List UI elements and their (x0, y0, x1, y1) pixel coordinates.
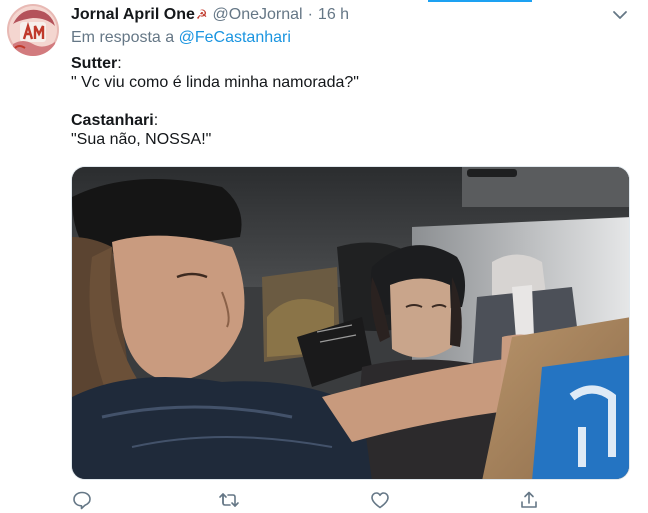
tweet-header: Jornal April One ☭ @OneJornal · 16 h (71, 5, 349, 25)
quote-line: " Vc viu como é linda minha namorada?" (71, 74, 359, 91)
reply-to-handle-link[interactable]: @FeCastanhari (179, 29, 291, 46)
avatar[interactable] (7, 4, 59, 56)
quote-line: "Sua não, NOSSA!" (71, 131, 212, 148)
tweet-media-image[interactable] (71, 166, 630, 480)
speaker-colon: : (153, 112, 159, 129)
speaker-colon: : (117, 55, 122, 72)
author-name[interactable]: Jornal April One (71, 6, 195, 24)
timestamp[interactable]: 16 h (318, 6, 349, 24)
hammer-sickle-emoji: ☭ (195, 7, 208, 22)
separator-dot: · (307, 6, 313, 23)
share-icon[interactable] (518, 489, 540, 511)
chevron-down-icon[interactable] (611, 8, 629, 22)
tweet-text: Sutter: " Vc viu como é linda minha namo… (71, 54, 631, 149)
speaker-name: Castanhari (71, 112, 154, 129)
comment-icon[interactable] (71, 489, 93, 511)
tweet-actions (71, 489, 631, 513)
top-accent-bar (428, 0, 532, 2)
heart-icon[interactable] (369, 489, 391, 511)
reply-prefix: Em resposta a (71, 29, 179, 46)
speaker-name: Sutter (71, 55, 118, 72)
avatar-image (7, 4, 59, 56)
tweet: Jornal April One ☭ @OneJornal · 16 h Em … (0, 0, 648, 513)
author-handle[interactable]: @OneJornal (213, 6, 303, 24)
retweet-icon[interactable] (218, 489, 240, 511)
replying-to: Em resposta a @FeCastanhari (71, 29, 291, 47)
